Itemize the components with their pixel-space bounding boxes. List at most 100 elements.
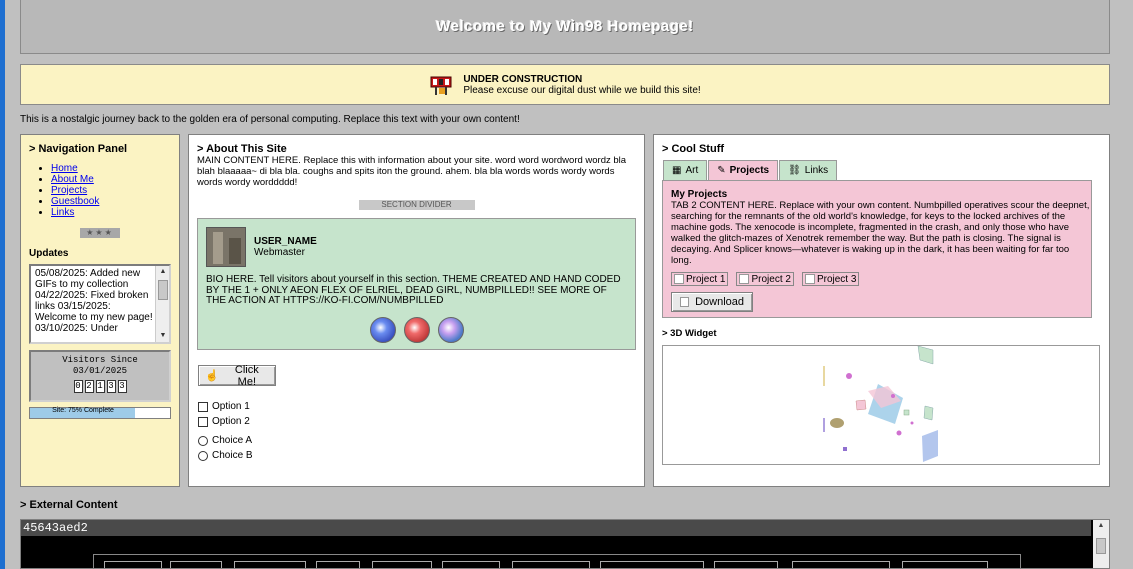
project-3-link[interactable]: Project 3 [801, 272, 860, 286]
construction-message: Please excuse our digital dust while we … [463, 84, 701, 96]
project-links: Project 1 Project 2 Project 3 [671, 272, 1083, 286]
counter-digits: 0 2 1 3 3 [31, 380, 169, 393]
download-label: Download [695, 296, 744, 308]
tab-content-text: TAB 2 CONTENT HERE. Replace with your ow… [671, 200, 1090, 266]
radio-button[interactable] [198, 450, 208, 461]
toolbar-cell[interactable] [234, 561, 306, 568]
toolbar-cell[interactable] [372, 561, 432, 568]
tab-label: Projects [729, 165, 770, 176]
about-text: MAIN CONTENT HERE. Replace this with inf… [197, 155, 627, 188]
red-orb-icon[interactable] [403, 316, 430, 343]
checkbox[interactable] [198, 401, 208, 412]
widget-title: > 3D Widget [662, 328, 717, 339]
about-title: > About This Site [197, 143, 287, 155]
click-me-label: Click Me! [234, 363, 259, 388]
broken-image-icon [739, 274, 750, 284]
toolbar-cell[interactable] [170, 561, 222, 568]
radio-choice-b[interactable]: Choice B [198, 450, 253, 461]
counter-digit: 1 [95, 380, 105, 393]
project-1-link[interactable]: Project 1 [671, 272, 729, 286]
nav-link-projects[interactable]: Projects [51, 185, 87, 196]
external-title: > External Content [20, 499, 118, 511]
toolbar-cell[interactable] [442, 561, 500, 568]
tab-art[interactable]: ▦ Art [663, 160, 708, 180]
tab-content-title: My Projects [671, 189, 728, 200]
nav-link-home[interactable]: Home [51, 163, 78, 174]
radio-choice-a[interactable]: Choice A [198, 435, 252, 446]
site-progress-bar: Site: 75% Complete [29, 407, 171, 419]
construction-title: UNDER CONSTRUCTION [463, 73, 583, 85]
external-scrollbar[interactable]: ▲ [1093, 520, 1109, 568]
3d-widget[interactable] [662, 345, 1100, 465]
window-edge [0, 0, 5, 569]
project-2-link[interactable]: Project 2 [736, 272, 794, 286]
user-role: Webmaster [254, 247, 305, 258]
page-header: Welcome to My Win98 Homepage! [20, 0, 1110, 54]
tab-bar: ▦ Art ✎ Projects ⛓ Links [663, 160, 1101, 180]
checkbox-label: Option 1 [212, 401, 250, 412]
external-content-frame[interactable]: 45643aed2 ▲ [20, 519, 1110, 569]
avatar [206, 227, 246, 267]
broken-image-icon [680, 297, 690, 307]
intro-text: This is a nostalgic journey back to the … [20, 114, 520, 125]
tab-links[interactable]: ⛓ Links [779, 160, 838, 180]
toolbar-cell[interactable] [104, 561, 162, 568]
3d-scene [823, 346, 938, 462]
click-me-button[interactable]: ☝ Click Me! [198, 363, 276, 388]
rainbow-orb-icon[interactable] [437, 316, 464, 343]
user-name: USER_NAME [254, 236, 317, 247]
download-button[interactable]: Download [671, 292, 753, 312]
updates-title: Updates [29, 248, 69, 259]
bio-card: USER_NAME Webmaster BIO HERE. Tell visit… [197, 218, 636, 350]
project-label: Project 1 [686, 273, 726, 285]
nav-title: > Navigation Panel [29, 143, 128, 155]
hand-icon: ☝ [205, 370, 219, 382]
checkbox-option-1[interactable]: Option 1 [198, 401, 250, 412]
visitors-label: Visitors Since [62, 355, 138, 365]
scroll-thumb[interactable] [158, 280, 168, 300]
toolbar-cell[interactable] [714, 561, 778, 568]
external-bar: 45643aed2 [21, 520, 1091, 536]
visitor-counter: Visitors Since 03/01/2025 0 2 1 3 3 [29, 350, 171, 402]
scroll-up-arrow-icon[interactable]: ▲ [1093, 522, 1109, 529]
link-chain-icon: ⛓ [788, 165, 801, 176]
scroll-thumb[interactable] [1096, 538, 1106, 554]
broken-image-icon [674, 274, 684, 284]
external-toolbar [93, 554, 1021, 568]
tab-content: My Projects TAB 2 CONTENT HERE. Replace … [662, 180, 1092, 318]
nav-link-about[interactable]: About Me [51, 174, 94, 185]
scroll-up-arrow-icon[interactable]: ▲ [156, 266, 169, 278]
toolbar-cell[interactable] [792, 561, 890, 568]
radio-label: Choice A [212, 435, 253, 446]
construction-banner: UNDER CONSTRUCTION Please excuse our dig… [20, 64, 1110, 105]
construction-sign-icon [429, 73, 453, 97]
radio-button[interactable] [198, 435, 208, 446]
bio-text: BIO HERE. Tell visitors about yourself i… [206, 274, 621, 306]
broken-image-icon [804, 274, 815, 284]
progress-label: Site: 75% Complete [52, 407, 114, 414]
radio-label: Choice B [212, 450, 253, 461]
blue-orb-icon[interactable] [369, 316, 396, 343]
nav-link-guestbook[interactable]: Guestbook [51, 196, 99, 207]
cool-stuff-panel: > Cool Stuff ▦ Art ✎ Projects ⛓ Links My… [653, 134, 1110, 487]
updates-scrollbar[interactable]: ▲ ▼ [155, 266, 169, 342]
toolbar-cell[interactable] [316, 561, 360, 568]
about-panel: > About This Site MAIN CONTENT HERE. Rep… [188, 134, 645, 487]
toolbar-cell[interactable] [512, 561, 590, 568]
updates-box[interactable]: 05/08/2025: Added new GIFs to my collect… [29, 264, 171, 344]
page-title: Welcome to My Win98 Homepage! [436, 18, 694, 35]
counter-digit: 2 [84, 380, 94, 393]
scroll-down-arrow-icon[interactable]: ▼ [156, 330, 169, 342]
tab-projects[interactable]: ✎ Projects [708, 160, 779, 180]
counter-digit: 3 [117, 380, 127, 393]
tab-label: Art [685, 165, 699, 176]
checkbox-option-2[interactable]: Option 2 [198, 416, 250, 427]
toolbar-cell[interactable] [600, 561, 704, 568]
checkbox[interactable] [198, 416, 208, 427]
nav-link-links[interactable]: Links [51, 207, 74, 218]
updates-text: 05/08/2025: Added new GIFs to my collect… [35, 268, 153, 334]
project-label: Project 3 [816, 273, 857, 285]
toolbar-cell[interactable] [902, 561, 988, 568]
visitors-date: 03/01/2025 [72, 366, 127, 376]
counter-digit: 0 [73, 380, 83, 393]
